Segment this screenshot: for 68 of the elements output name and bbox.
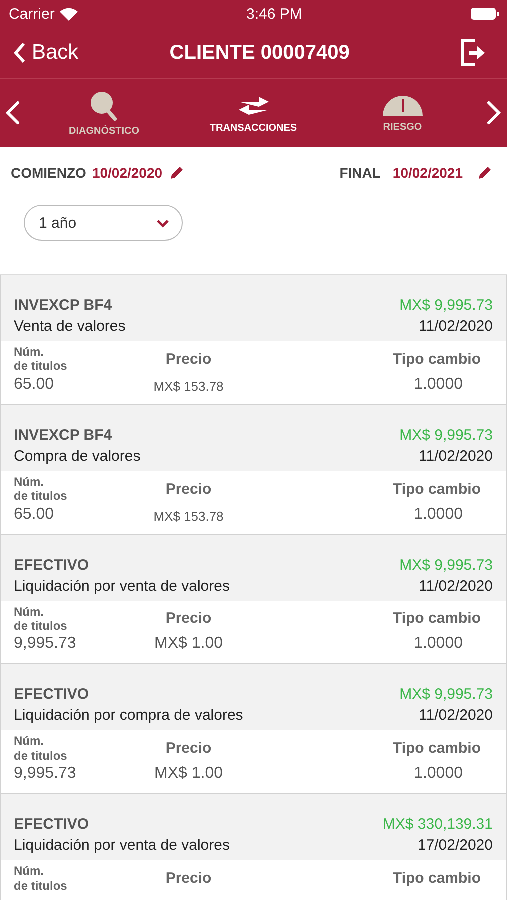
transaction-date: 11/02/2020 [418, 707, 493, 724]
column-header: Núm. de titulos [14, 345, 68, 374]
transaction-type: Liquidación por venta de valores [14, 837, 231, 854]
quantity-value: 65.00 [14, 374, 56, 394]
carrier-label: Carrier [9, 6, 55, 22]
previous-icon[interactable] [6, 101, 20, 125]
quantity-value: 9,995.73 [14, 764, 78, 784]
column-header: Precio [164, 740, 213, 758]
price-value: MX$ 153.78 [152, 378, 225, 394]
column-header: Precio [164, 480, 213, 498]
transaction-date: 11/02/2020 [418, 318, 493, 335]
column-header: Núm. de titulos [14, 474, 68, 504]
rate-value: 1.0000 [413, 374, 463, 394]
transaction-type: Liquidación por venta de valores [14, 578, 231, 595]
column-header: Precio [164, 610, 213, 628]
magnifier-icon [89, 90, 120, 122]
clock: 3:46 PM [246, 6, 302, 22]
edit-icon[interactable] [477, 165, 493, 181]
start-date: 10/02/2020 [92, 165, 163, 181]
amount: MX$ 9,995.73 [400, 426, 493, 444]
period-dropdown[interactable]: 1 año [24, 205, 183, 241]
edit-icon[interactable] [168, 165, 185, 181]
column-header: Núm. de titulos [14, 864, 68, 893]
start-label: COMIENZO [11, 165, 86, 181]
column-header: Tipo cambio [392, 610, 481, 628]
section-tab[interactable]: TRANSACCIONES [188, 92, 318, 134]
screen-title: CLIENTE 00007409 [170, 42, 350, 64]
price-value: MX$ 153.78 [152, 508, 225, 524]
column-header: Precio [164, 870, 213, 888]
transaction-type: Compra de valores [14, 448, 142, 465]
column-header: Tipo cambio [392, 740, 481, 758]
amount: MX$ 330,139.31 [382, 816, 493, 834]
transaction-date: 11/02/2020 [418, 448, 493, 465]
rate-value: 1.0000 [413, 764, 463, 784]
rate-value: 1.0000 [413, 634, 463, 654]
transaction-date: 11/02/2020 [418, 578, 493, 595]
back-chevron-icon [14, 42, 26, 64]
asset-name: EFECTIVO [14, 686, 90, 704]
transaction-type: Liquidación por compra de valores [14, 707, 244, 724]
transaction-date: 17/02/2020 [416, 837, 493, 854]
back-button[interactable]: Back [14, 41, 79, 65]
end-label: FINAL [340, 165, 381, 181]
asset-name: INVEXCP BF4 [14, 297, 114, 314]
quantity-value: 65.00 [14, 504, 56, 524]
logout-button[interactable] [460, 39, 487, 67]
column-header: Tipo cambio [392, 350, 481, 368]
wifi-icon [60, 8, 78, 20]
column-header: Núm. de titulos [14, 734, 68, 764]
section-tab[interactable]: RIESGO [338, 94, 468, 132]
transaction-type: Venta de valores [14, 318, 127, 335]
battery-icon [471, 8, 499, 20]
column-header: Precio [164, 350, 213, 368]
amount: MX$ 9,995.73 [400, 686, 493, 704]
section-tab[interactable]: DIAGNÓSTICO [39, 90, 170, 136]
column-header: Núm. de titulos [14, 604, 68, 634]
amount: MX$ 9,995.73 [400, 297, 493, 314]
asset-name: EFECTIVO [14, 816, 90, 834]
asset-name: INVEXCP BF4 [14, 426, 114, 444]
column-header: Tipo cambio [392, 870, 481, 888]
end-date: 10/02/2021 [392, 165, 463, 181]
asset-name: EFECTIVO [14, 556, 90, 574]
rate-value: 1.0000 [413, 504, 463, 524]
next-icon[interactable] [487, 101, 501, 125]
amount: MX$ 9,995.73 [400, 556, 493, 574]
gauge-icon [380, 94, 425, 118]
quantity-value: 9,995.73 [14, 634, 78, 654]
chevron-down-icon [156, 218, 170, 228]
column-header: Tipo cambio [392, 480, 481, 498]
